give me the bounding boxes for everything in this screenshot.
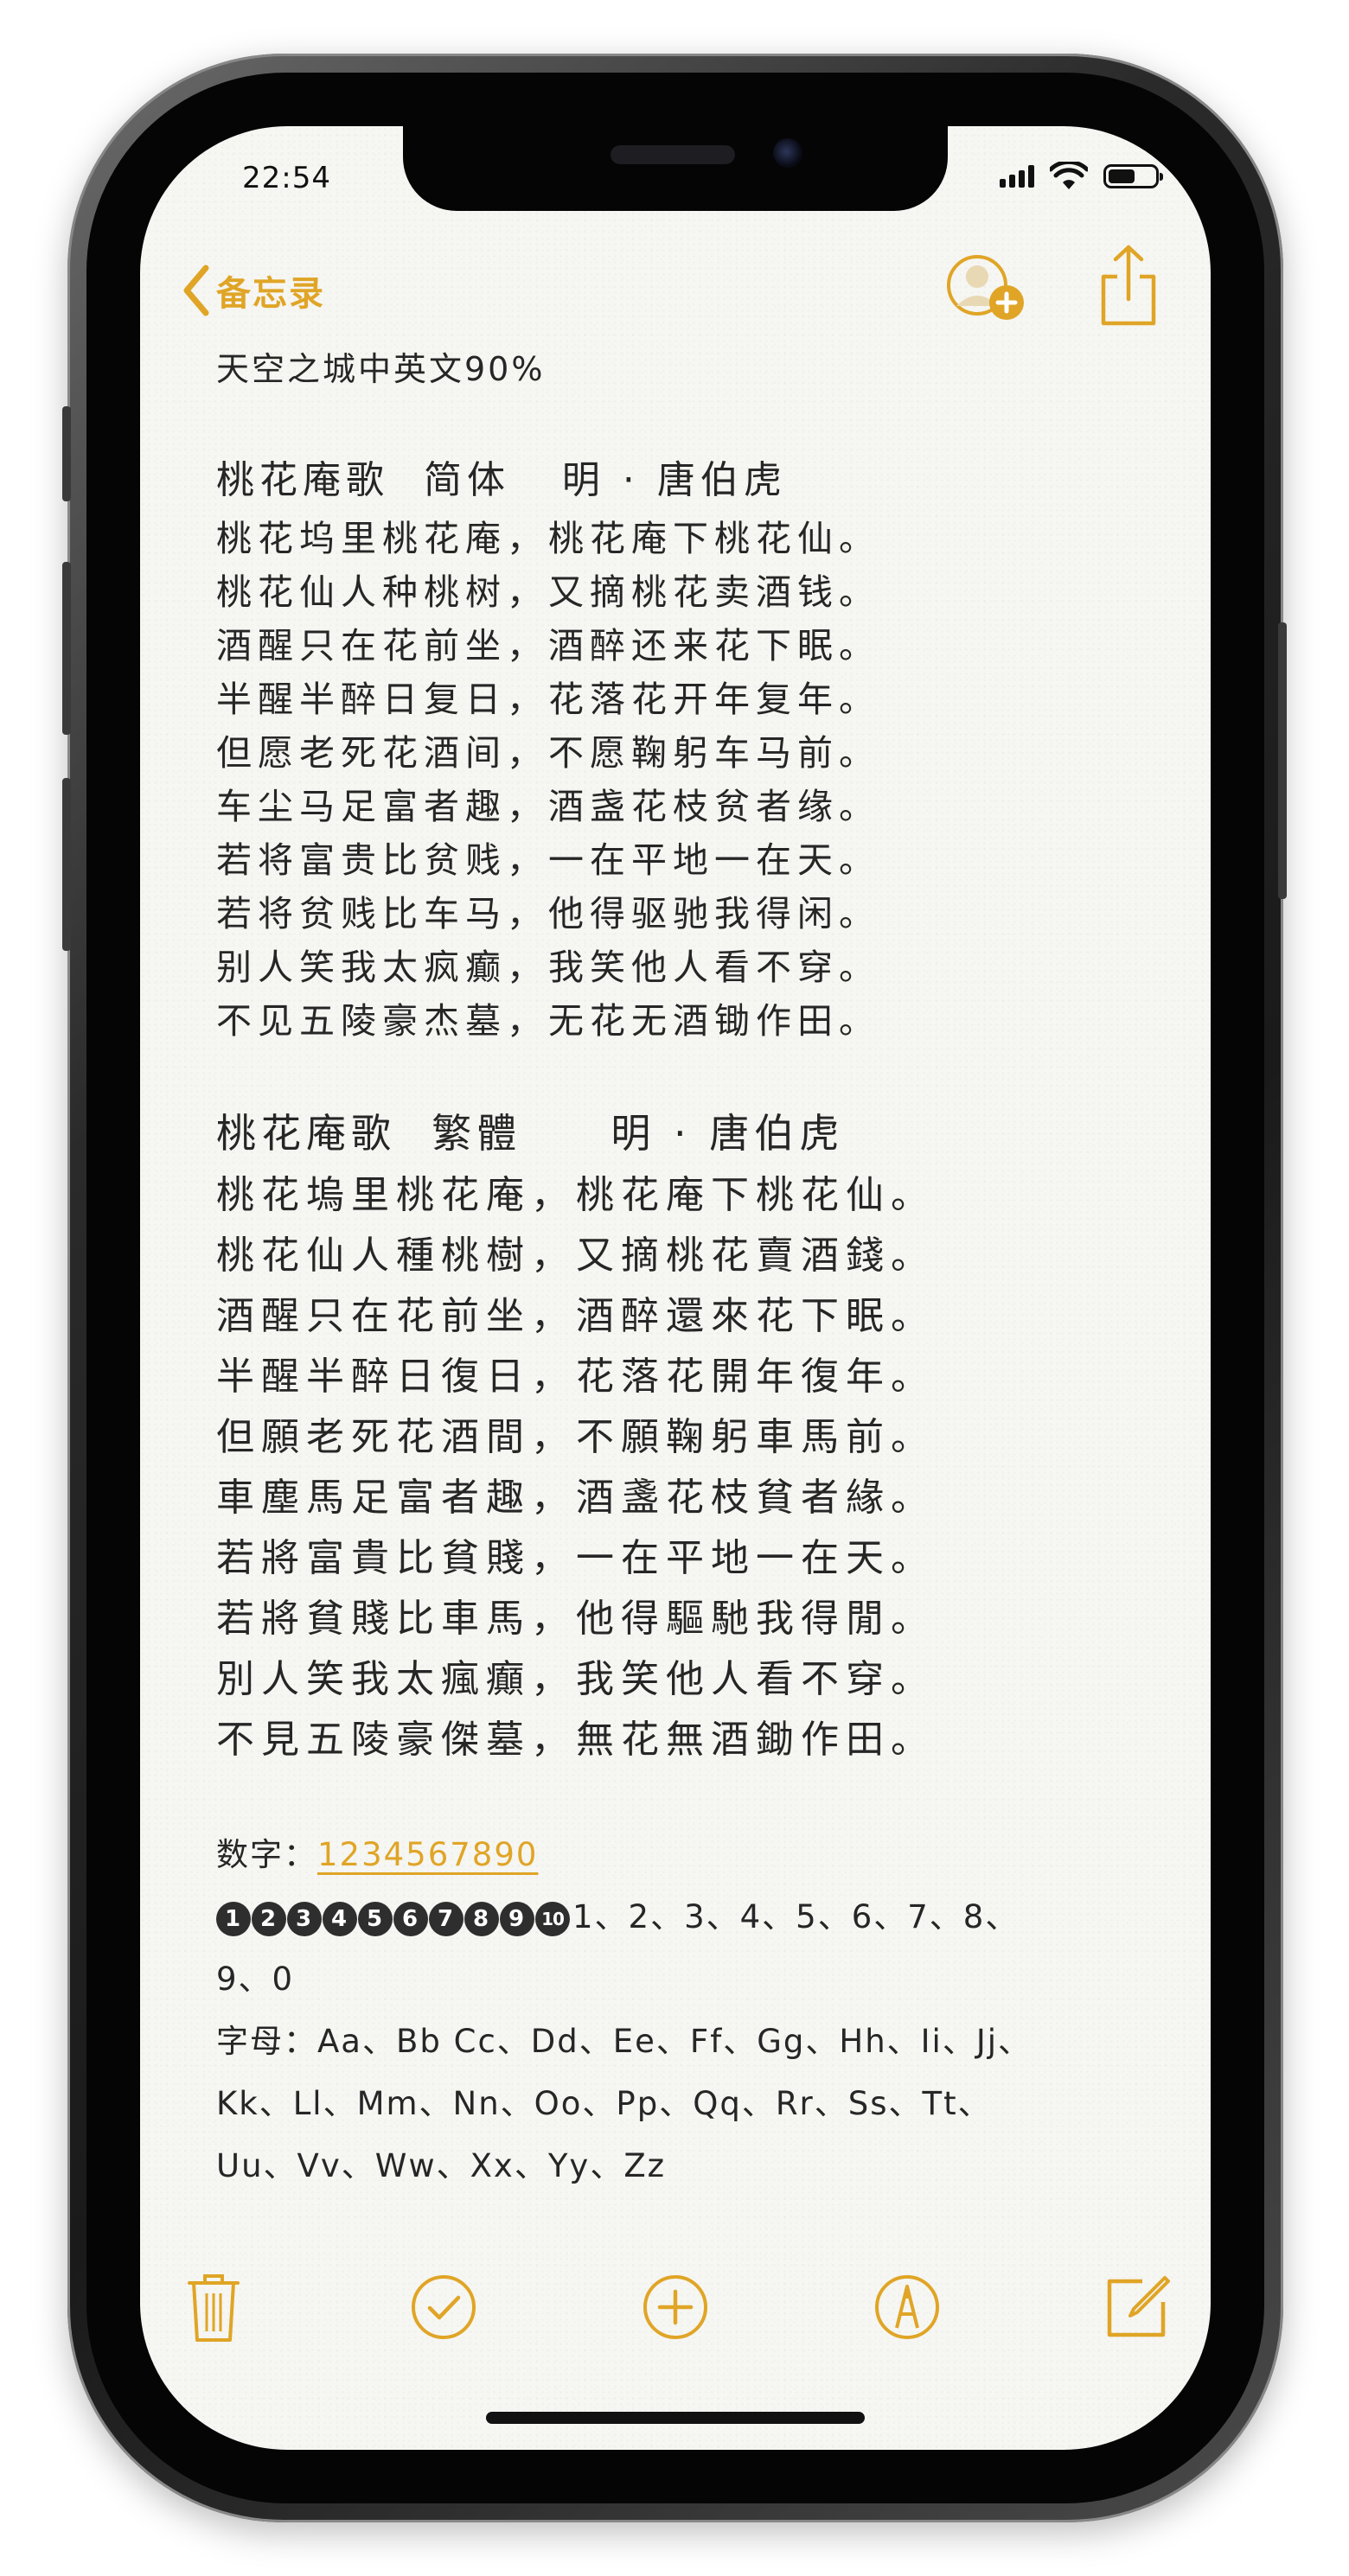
volume-down-button	[62, 778, 71, 951]
poem-line: 别人笑我太疯癫，我笑他人看不穿。	[216, 947, 880, 988]
circled-number: 3	[287, 1901, 322, 1936]
checklist-button[interactable]	[405, 2268, 483, 2346]
note-body[interactable]: 天空之城中英文90% 桃花庵歌 简体 明 · 唐伯虎 桃花坞里桃花庵，桃花庵下桃…	[216, 342, 1150, 2197]
trash-icon	[188, 2274, 240, 2342]
poem-line: 车尘马足富者趣，酒盏花枝贫者缘。	[216, 786, 880, 827]
bottom-toolbar	[140, 2268, 1211, 2346]
navigation-bar: 备忘录	[140, 245, 1211, 342]
poem-line: 別人笑我太瘋癲，我笑他人看不穿。	[216, 1657, 936, 1701]
circled-number: 7	[429, 1901, 464, 1936]
poem-line: 桃花坞里桃花庵，桃花庵下桃花仙。	[216, 518, 880, 559]
poem-line: 車塵馬足富者趣，酒盞花枝貧者緣。	[216, 1476, 936, 1520]
poem-line: 半醒半醉日复日，花落花开年复年。	[216, 679, 880, 720]
earpiece-speaker	[611, 145, 735, 164]
volume-up-button	[62, 562, 71, 735]
numbers-label: 数字：	[216, 1836, 317, 1873]
status-icons	[1000, 159, 1163, 194]
notch	[403, 126, 948, 211]
wifi-icon	[1050, 162, 1088, 189]
poem-traditional: 桃花庵歌 繁體 明 · 唐伯虎 桃花塢里桃花庵，桃花庵下桃花仙。 桃花仙人種桃樹…	[216, 1101, 1150, 1770]
circled-number: 1	[216, 1901, 251, 1936]
circled-numbers: 1 2 3 4 5 6 7 8 9 10	[216, 1901, 571, 1936]
poem-line: 若将富贵比贫贱，一在平地一在天。	[216, 839, 880, 881]
delete-button[interactable]	[175, 2268, 253, 2346]
markup-button[interactable]	[868, 2268, 946, 2346]
poem-line: 酒醒只在花前坐，酒醉還來花下眠。	[216, 1294, 936, 1338]
circled-number: 5	[358, 1901, 393, 1936]
poem-heading-traditional: 桃花庵歌 繁體 明 · 唐伯虎	[216, 1110, 845, 1157]
poem-line: 桃花仙人種桃樹，又摘桃花賣酒錢。	[216, 1234, 936, 1278]
status-time: 22:54	[242, 161, 331, 195]
add-attachment-button[interactable]	[636, 2268, 714, 2346]
letters-line: 字母：Aa、Bb Cc、Dd、Ee、Ff、Gg、Hh、Ii、Jj、	[216, 2023, 1033, 2060]
circled-number: 9	[500, 1901, 534, 1936]
numbers-letters-section: 数字：1234567890 1 2 3 4 5 6 7 8 9 10 1、2、3…	[216, 1824, 1150, 2197]
circled-numbers-line: 1 2 3 4 5 6 7 8 9 10 1、2、3、4、5、6、7、8、	[216, 1886, 1150, 1948]
letters-line: Uu、Vv、Ww、Xx、Yy、Zz	[216, 2147, 667, 2184]
poem-line: 不見五陵豪傑墓，無花無酒鋤作田。	[216, 1718, 936, 1762]
share-icon	[1101, 245, 1156, 326]
add-person-icon	[947, 255, 1024, 320]
circled-number: 6	[393, 1901, 428, 1936]
power-button	[1278, 622, 1287, 899]
numbers-sequence-continued: 9、0	[216, 1961, 295, 1998]
back-button-label: 备忘录	[216, 274, 325, 314]
circled-number: 2	[252, 1901, 286, 1936]
add-person-button[interactable]	[941, 252, 1027, 328]
poem-line: 若將富貴比貧賤，一在平地一在天。	[216, 1536, 936, 1580]
numbers-link[interactable]: 1234567890	[317, 1836, 538, 1873]
poem-heading-simplified: 桃花庵歌 简体 明 · 唐伯虎	[216, 458, 787, 502]
circled-number: 10	[535, 1901, 570, 1936]
front-camera	[773, 138, 802, 168]
poem-line: 半醒半醉日復日，花落花開年復年。	[216, 1355, 936, 1399]
poem-line: 但願老死花酒間，不願鞠躬車馬前。	[216, 1415, 936, 1459]
note-title: 天空之城中英文90%	[216, 350, 546, 388]
circled-number: 4	[323, 1901, 357, 1936]
compose-button[interactable]	[1098, 2268, 1176, 2346]
poem-line: 桃花仙人种桃树，又摘桃花卖酒钱。	[216, 571, 880, 613]
back-button[interactable]: 备忘录	[182, 265, 325, 316]
home-indicator[interactable]	[486, 2412, 865, 2424]
poem-simplified: 桃花庵歌 简体 明 · 唐伯虎 桃花坞里桃花庵，桃花庵下桃花仙。 桃花仙人种桃树…	[216, 450, 1150, 1048]
cellular-signal-icon	[1000, 165, 1034, 188]
numbers-sequence: 1、2、3、4、5、6、7、8、	[572, 1898, 1020, 1935]
poem-line: 若將貧賤比車馬，他得驅馳我得閒。	[216, 1597, 936, 1641]
numbers-line: 数字：1234567890	[216, 1824, 1150, 1886]
poem-line: 不见五陵豪杰墓，无花无酒锄作田。	[216, 1000, 880, 1042]
mute-switch	[62, 406, 71, 501]
poem-line: 若将贫贱比车马，他得驱驰我得闲。	[216, 893, 880, 934]
add-icon	[643, 2275, 707, 2339]
markup-icon	[875, 2275, 939, 2339]
poem-line: 但愿老死花酒间，不愿鞠躬车马前。	[216, 732, 880, 774]
letters-line: Kk、Ll、Mm、Nn、Oo、Pp、Qq、Rr、Ss、Tt、	[216, 2085, 992, 2122]
circled-number: 8	[464, 1901, 499, 1936]
chevron-left-icon	[183, 265, 209, 316]
poem-line: 桃花塢里桃花庵，桃花庵下桃花仙。	[216, 1173, 936, 1217]
screen: 22:54 备忘录 天空之城中英文90% 桃花庵歌 简体 明 · 唐伯虎 桃花坞…	[140, 126, 1211, 2450]
battery-icon	[1103, 164, 1163, 188]
poem-line: 酒醒只在花前坐，酒醉还来花下眠。	[216, 625, 880, 666]
share-button[interactable]	[1098, 242, 1159, 332]
compose-icon	[1107, 2276, 1170, 2337]
checklist-icon	[412, 2275, 476, 2339]
